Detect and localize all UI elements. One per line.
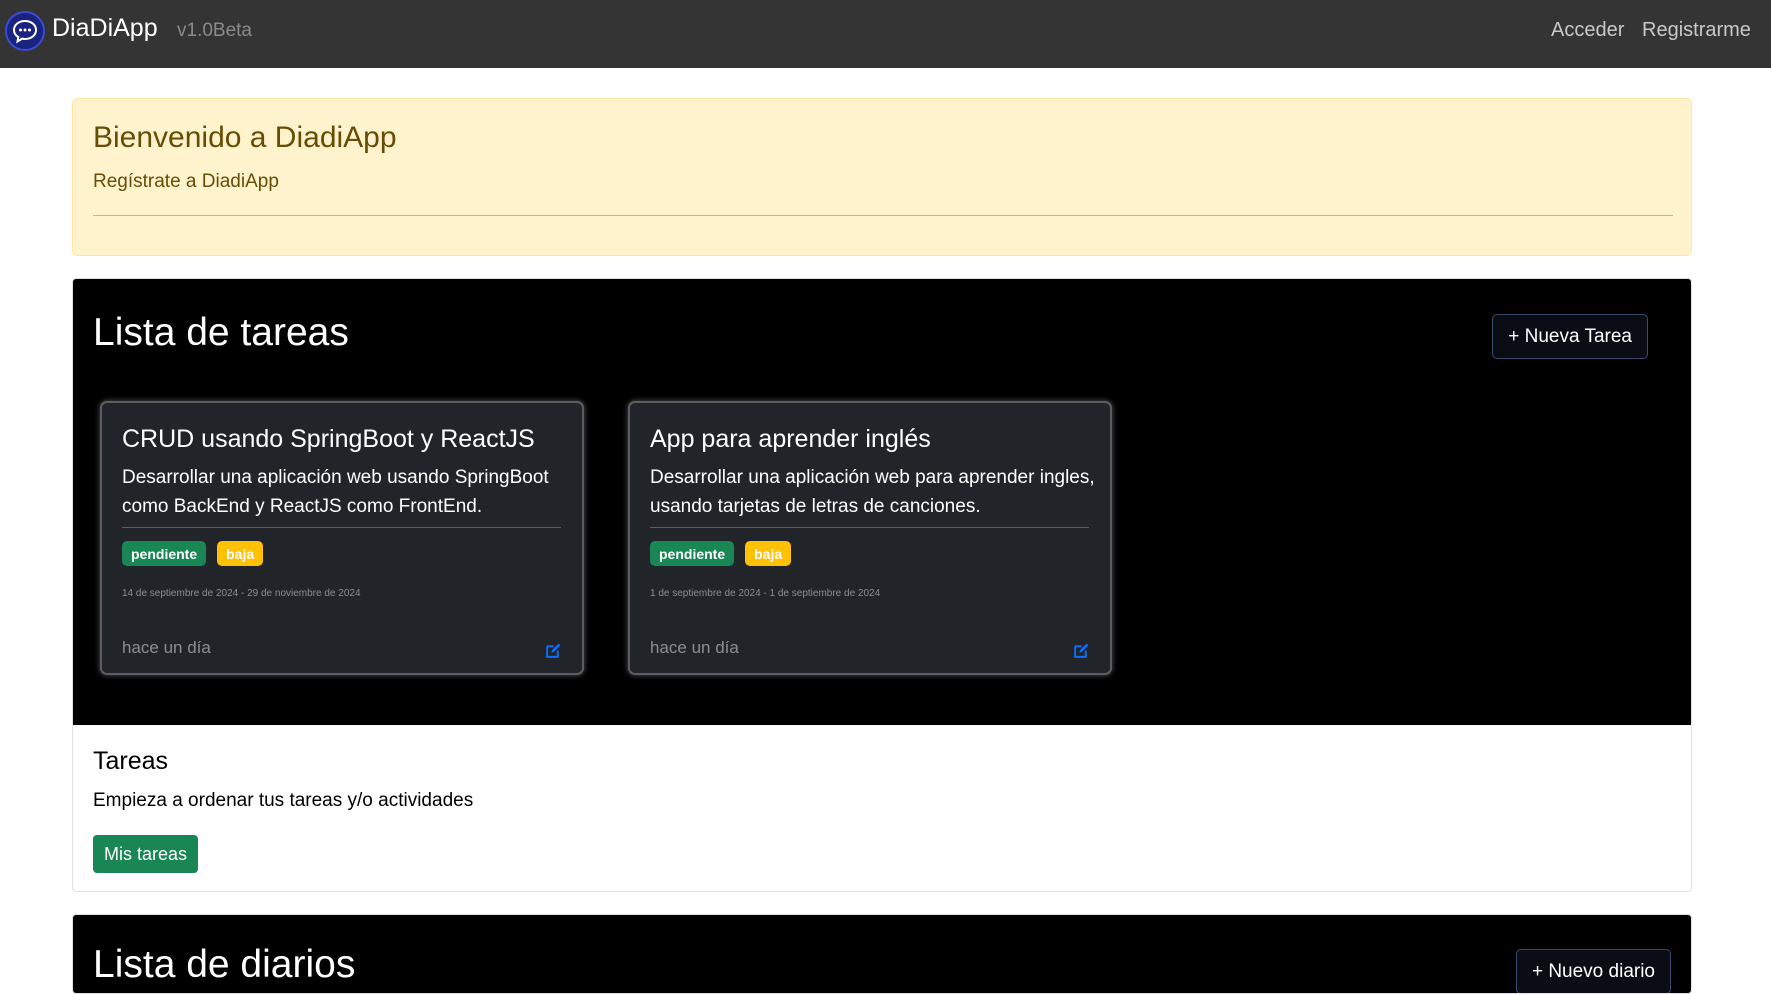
task-card-timestamp: hace un día — [122, 638, 211, 657]
tasks-list-panel: Lista de tareas + Nueva Tarea CRUD usand… — [73, 279, 1691, 725]
tasks-section-title: Lista de tareas — [93, 311, 349, 354]
login-link[interactable]: Acceder — [1551, 19, 1624, 42]
welcome-title: Bienvenido a DiadiApp — [93, 121, 397, 154]
top-navbar: DiaDiApp v1.0Beta Acceder Registrarme — [0, 0, 1771, 68]
welcome-alert: Bienvenido a DiadiApp Regístrate a Diadi… — [72, 98, 1692, 256]
edit-icon[interactable] — [1073, 642, 1090, 659]
task-card-badges: pendiente baja — [122, 541, 264, 566]
task-card-title: CRUD usando SpringBoot y ReactJS — [122, 425, 535, 453]
diaries-section: Lista de diarios + Nuevo diario — [72, 914, 1692, 994]
task-card-timestamp: hace un día — [650, 638, 739, 657]
my-tasks-button[interactable]: Mis tareas — [93, 835, 199, 873]
task-card-divider — [650, 527, 1089, 528]
chat-bubble-icon[interactable] — [5, 11, 45, 51]
task-card[interactable]: App para aprender inglés Desarrollar una… — [628, 401, 1112, 675]
new-diary-button[interactable]: + Nuevo diario — [1515, 949, 1671, 993]
task-card-badges: pendiente baja — [650, 541, 792, 566]
tasks-section: Lista de tareas + Nueva Tarea CRUD usand… — [72, 278, 1692, 892]
diaries-list-panel: Lista de diarios + Nuevo diario — [73, 915, 1691, 993]
edit-icon[interactable] — [545, 642, 562, 659]
tasks-info-title: Tareas — [93, 747, 169, 775]
welcome-divider — [93, 215, 1673, 216]
task-card-description: Desarrollar una aplicación web para apre… — [650, 467, 1095, 517]
priority-badge: baja — [217, 541, 264, 566]
diaries-section-title: Lista de diarios — [93, 943, 356, 986]
new-task-button[interactable]: + Nueva Tarea — [1492, 314, 1648, 359]
priority-badge: baja — [745, 541, 792, 566]
register-link[interactable]: Registrarme — [1642, 19, 1751, 42]
status-badge: pendiente — [122, 541, 207, 566]
task-card-description: Desarrollar una aplicación web usando Sp… — [122, 467, 549, 517]
task-card-title: App para aprender inglés — [650, 425, 931, 453]
welcome-subtitle: Regístrate a DiadiApp — [93, 171, 279, 192]
status-badge: pendiente — [650, 541, 735, 566]
app-version: v1.0Beta — [177, 20, 252, 41]
tasks-info-text: Empieza a ordenar tus tareas y/o activid… — [93, 790, 474, 811]
task-card-dates: 1 de septiembre de 2024 - 1 de septiembr… — [650, 588, 881, 599]
task-card-dates: 14 de septiembre de 2024 - 29 de noviemb… — [122, 588, 361, 599]
task-card[interactable]: CRUD usando SpringBoot y ReactJS Desarro… — [100, 401, 584, 675]
brand-name[interactable]: DiaDiApp — [52, 14, 158, 43]
task-card-divider — [122, 527, 561, 528]
